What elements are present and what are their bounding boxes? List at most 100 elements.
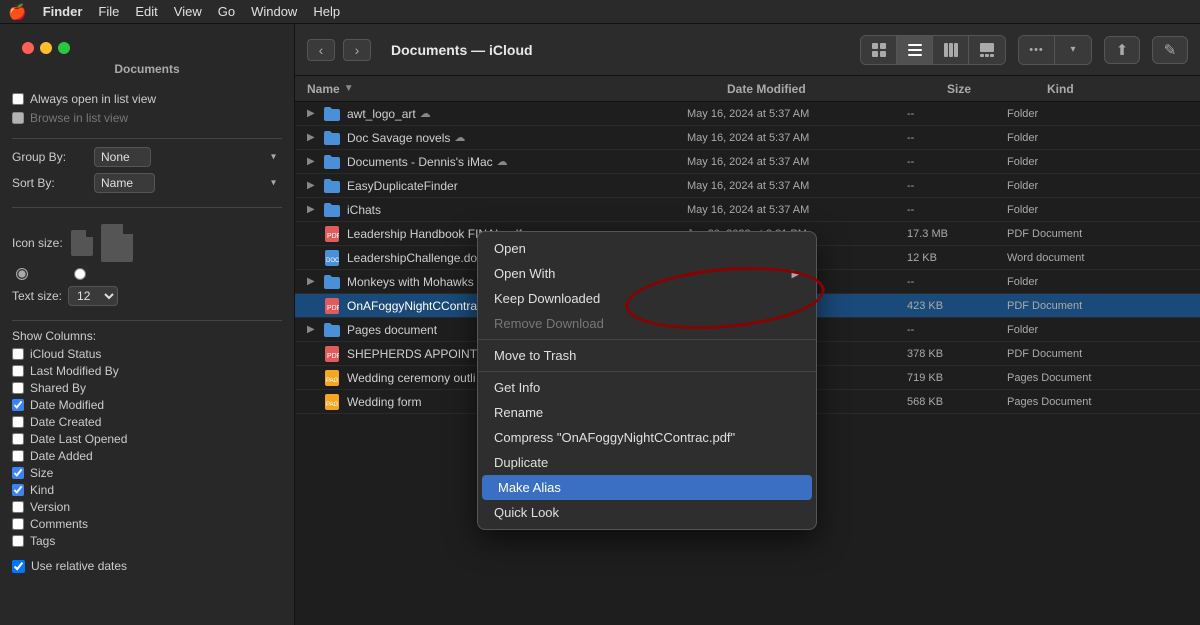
file-kind: Pages Document [1007, 372, 1188, 384]
file-list: Name ▼ Date Modified Size Kind ▶awt_logo… [295, 76, 1200, 625]
edit-menu[interactable]: Edit [135, 4, 157, 19]
context-menu-item-move-to-trash[interactable]: Move to Trash [478, 343, 816, 368]
view-menu[interactable]: View [174, 4, 202, 19]
close-button[interactable] [22, 42, 34, 54]
column-version-checkbox[interactable] [12, 501, 24, 513]
file-date: May 16, 2024 at 5:37 AM [687, 132, 907, 144]
context-menu-item-get-info[interactable]: Get Info [478, 375, 816, 400]
column-date-added-checkbox[interactable] [12, 450, 24, 462]
context-menu-item-keep-downloaded[interactable]: Keep Downloaded [478, 286, 816, 311]
group-by-select[interactable]: None [94, 147, 151, 167]
file-row[interactable]: ▶EasyDuplicateFinderMay 16, 2024 at 5:37… [295, 174, 1200, 198]
file-kind: Folder [1007, 324, 1188, 336]
icon-size-small-radio[interactable] [16, 268, 28, 280]
file-list-header: Name ▼ Date Modified Size Kind [295, 76, 1200, 102]
column-label: Shared By [30, 381, 86, 395]
context-menu-item-remove-download: Remove Download [478, 311, 816, 336]
file-kind: PDF Document [1007, 300, 1188, 312]
text-size-row: Text size: 12 11 13 14 [12, 286, 282, 306]
column-date-last-opened-checkbox[interactable] [12, 433, 24, 445]
file-kind: Pages Document [1007, 396, 1188, 408]
column-checkbox-row: Shared By [12, 381, 282, 395]
window-menu[interactable]: Window [251, 4, 297, 19]
sidebar-title: Documents [12, 62, 282, 82]
column-label: iCloud Status [30, 347, 101, 361]
more-options-button[interactable]: ••• [1019, 36, 1055, 64]
apple-menu[interactable]: 🍎 [8, 3, 27, 21]
file-date: May 16, 2024 at 5:37 AM [687, 204, 907, 216]
file-kind: Folder [1007, 180, 1188, 192]
edit-tags-button[interactable]: ✎ [1152, 36, 1188, 64]
file-name-text: awt_logo_art [347, 107, 416, 121]
column-checkbox-row: Kind [12, 483, 282, 497]
file-name: ▶Doc Savage novels☁ [307, 129, 687, 147]
context-menu-item-open-with[interactable]: Open With▶ [478, 261, 816, 286]
column-comments-checkbox[interactable] [12, 518, 24, 530]
finder-menu[interactable]: Finder [43, 4, 83, 19]
context-menu-item-rename[interactable]: Rename [478, 400, 816, 425]
context-menu: OpenOpen With▶Keep DownloadedRemove Down… [477, 231, 817, 530]
back-button[interactable]: ‹ [307, 39, 335, 61]
divider-3 [12, 320, 282, 321]
column-size-checkbox[interactable] [12, 467, 24, 479]
column-shared-by-checkbox[interactable] [12, 382, 24, 394]
icon-size-large-radio[interactable] [74, 268, 86, 280]
context-menu-item-label: Make Alias [498, 480, 561, 495]
use-relative-row: Use relative dates [12, 559, 282, 573]
file-row[interactable]: ▶awt_logo_art☁May 16, 2024 at 5:37 AM--F… [295, 102, 1200, 126]
gallery-view-button[interactable] [969, 36, 1005, 64]
column-label: Date Created [30, 415, 101, 429]
column-icloud-status-checkbox[interactable] [12, 348, 24, 360]
use-relative-dates-checkbox[interactable] [12, 560, 25, 573]
minimize-button[interactable] [40, 42, 52, 54]
name-column-header[interactable]: Name ▼ [307, 82, 727, 96]
more-options-arrow[interactable]: ▾ [1055, 36, 1091, 64]
context-menu-item-label: Quick Look [494, 505, 559, 520]
browse-list-checkbox[interactable] [12, 112, 24, 124]
context-menu-item-duplicate[interactable]: Duplicate [478, 450, 816, 475]
column-date-created-checkbox[interactable] [12, 416, 24, 428]
column-view-button[interactable] [933, 36, 969, 64]
kind-column-header[interactable]: Kind [1047, 82, 1188, 96]
file-kind: Folder [1007, 156, 1188, 168]
file-menu[interactable]: File [98, 4, 119, 19]
date-column-header[interactable]: Date Modified [727, 82, 947, 96]
column-label: Comments [30, 517, 88, 531]
column-last-modified-by-checkbox[interactable] [12, 365, 24, 377]
view-button-group [860, 35, 1006, 65]
forward-button[interactable]: › [343, 39, 371, 61]
context-menu-item-label: Compress "OnAFoggyNightCContrac.pdf" [494, 430, 735, 445]
file-row[interactable]: ▶iChatsMay 16, 2024 at 5:37 AM--Folder [295, 198, 1200, 222]
file-row[interactable]: ▶Documents - Dennis's iMac☁May 16, 2024 … [295, 150, 1200, 174]
context-menu-divider [478, 371, 816, 372]
file-size: -- [907, 180, 1007, 192]
column-tags-checkbox[interactable] [12, 535, 24, 547]
sort-by-label: Sort By: [12, 176, 82, 190]
context-menu-item-make-alias[interactable]: Make Alias [482, 475, 812, 500]
file-size: -- [907, 276, 1007, 288]
context-menu-item-open[interactable]: Open [478, 236, 816, 261]
file-name-text: LeadershipChallenge.docx [347, 251, 489, 265]
sort-by-select[interactable]: Name [94, 173, 155, 193]
context-menu-item-compress-onafoggynightccontracpdf[interactable]: Compress "OnAFoggyNightCContrac.pdf" [478, 425, 816, 450]
file-row[interactable]: ▶Doc Savage novels☁May 16, 2024 at 5:37 … [295, 126, 1200, 150]
go-menu[interactable]: Go [218, 4, 235, 19]
context-menu-item-label: Move to Trash [494, 348, 576, 363]
icon-large [101, 224, 133, 262]
column-date-modified-checkbox[interactable] [12, 399, 24, 411]
list-view-button[interactable] [897, 36, 933, 64]
pages-icon: PAG [323, 393, 341, 411]
context-menu-item-label: Duplicate [494, 455, 548, 470]
help-menu[interactable]: Help [313, 4, 340, 19]
maximize-button[interactable] [58, 42, 70, 54]
size-column-header[interactable]: Size [947, 82, 1047, 96]
always-open-checkbox[interactable] [12, 93, 24, 105]
column-kind-checkbox[interactable] [12, 484, 24, 496]
icon-view-button[interactable] [861, 36, 897, 64]
share-button[interactable]: ⬆ [1104, 36, 1140, 64]
columns-list: iCloud StatusLast Modified ByShared ByDa… [12, 347, 282, 551]
text-size-select[interactable]: 12 11 13 14 [68, 286, 118, 306]
column-label: Date Last Opened [30, 432, 127, 446]
context-menu-item-quick-look[interactable]: Quick Look [478, 500, 816, 525]
window-title: Documents — iCloud [391, 42, 533, 58]
